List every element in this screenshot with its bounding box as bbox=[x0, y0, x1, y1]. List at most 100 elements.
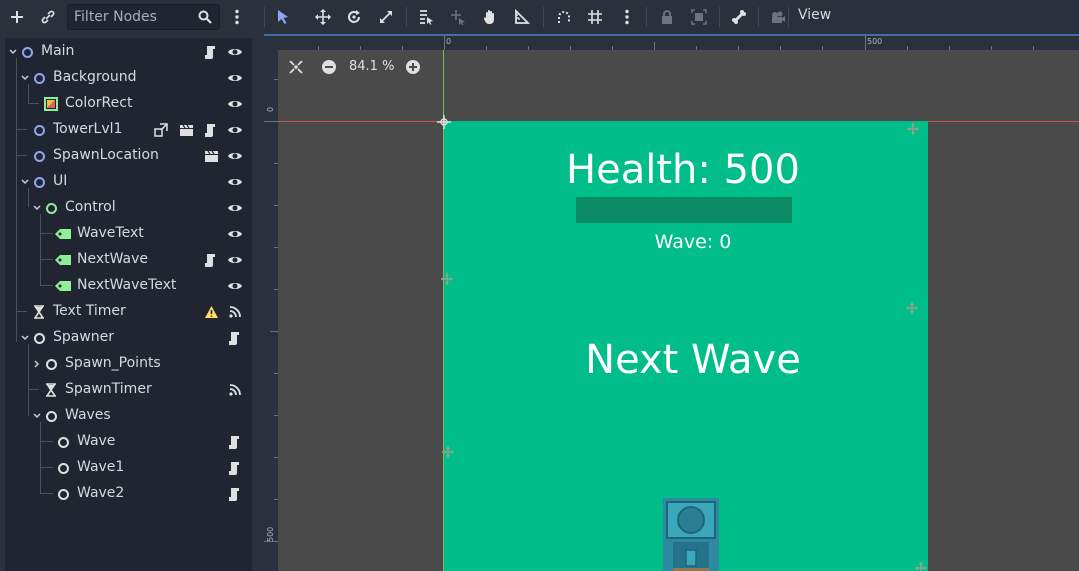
signal-icon[interactable] bbox=[227, 304, 243, 320]
canvas-viewport[interactable]: 0 500 0 500 84.1 % Health: 500 Wave: 0 N… bbox=[264, 34, 1079, 571]
list-select-icon[interactable] bbox=[415, 6, 437, 28]
visibility-eye-icon[interactable] bbox=[227, 148, 243, 164]
script-icon[interactable] bbox=[227, 330, 243, 346]
visibility-eye-icon[interactable] bbox=[227, 122, 243, 138]
ruler-icon[interactable] bbox=[511, 6, 533, 28]
tree-item-spawner[interactable]: Spawner bbox=[5, 325, 252, 351]
visibility-eye-icon[interactable] bbox=[227, 226, 243, 242]
ruler-label: 500 bbox=[867, 37, 883, 46]
tree-item-label: UI bbox=[53, 173, 68, 189]
ruler-label: 500 bbox=[266, 526, 275, 542]
control-circle-icon bbox=[44, 201, 58, 215]
chevron-down-icon[interactable] bbox=[7, 39, 19, 65]
zoom-in-button[interactable] bbox=[405, 59, 421, 79]
anchor-marker-icon[interactable] bbox=[914, 561, 928, 571]
node-circle-icon bbox=[56, 461, 70, 475]
camera-icon[interactable] bbox=[767, 6, 789, 28]
tree-item-wavetext[interactable]: WaveText bbox=[5, 221, 252, 247]
tree-item-control[interactable]: Control bbox=[5, 195, 252, 221]
tree-item-main[interactable]: Main bbox=[5, 39, 252, 65]
zoom-reset-button[interactable]: 84.1 % bbox=[349, 59, 394, 74]
zoom-out-button[interactable] bbox=[321, 59, 337, 79]
lock-icon[interactable] bbox=[656, 6, 678, 28]
node2d-circle-icon bbox=[32, 175, 46, 189]
node-circle-icon bbox=[44, 357, 58, 371]
tree-item-spawntimer[interactable]: SpawnTimer bbox=[5, 377, 252, 403]
scene-toolbar bbox=[0, 0, 258, 34]
tree-item-wave2[interactable]: Wave2 bbox=[5, 481, 252, 507]
bone-icon[interactable] bbox=[728, 6, 750, 28]
label-tag-icon bbox=[55, 227, 71, 241]
chevron-down-icon[interactable] bbox=[31, 403, 43, 429]
tree-item-colorrect[interactable]: ColorRect bbox=[5, 91, 252, 117]
warning-icon[interactable] bbox=[203, 304, 219, 320]
node2d-circle-icon bbox=[32, 149, 46, 163]
game-canvas-colorrect[interactable]: Health: 500 Wave: 0 Next Wave bbox=[444, 121, 928, 571]
move-icon[interactable] bbox=[312, 6, 334, 28]
signal-icon[interactable] bbox=[227, 382, 243, 398]
anchor-marker-icon[interactable] bbox=[440, 272, 454, 286]
link-icon[interactable] bbox=[37, 6, 59, 28]
script-icon[interactable] bbox=[227, 486, 243, 502]
tree-item-wave[interactable]: Wave bbox=[5, 429, 252, 455]
anchor-marker-icon[interactable] bbox=[905, 301, 919, 315]
plus-icon[interactable] bbox=[6, 6, 28, 28]
tree-item-spawnlocation[interactable]: SpawnLocation bbox=[5, 143, 252, 169]
tree-item-spawn-points[interactable]: Spawn_Points bbox=[5, 351, 252, 377]
group-icon[interactable] bbox=[688, 6, 710, 28]
script-icon[interactable] bbox=[227, 460, 243, 476]
pivot-icon[interactable] bbox=[447, 6, 469, 28]
chevron-down-icon[interactable] bbox=[19, 169, 31, 195]
rotate-icon[interactable] bbox=[343, 6, 365, 28]
tree-item-nextwave[interactable]: NextWave bbox=[5, 247, 252, 273]
visibility-eye-icon[interactable] bbox=[227, 174, 243, 190]
health-label[interactable]: Health: 500 bbox=[444, 147, 922, 193]
tree-item-nextwavetext[interactable]: NextWaveText bbox=[5, 273, 252, 299]
script-icon[interactable] bbox=[227, 434, 243, 450]
tree-item-wave1[interactable]: Wave1 bbox=[5, 455, 252, 481]
smart-snap-icon[interactable] bbox=[553, 6, 575, 28]
wave-label[interactable]: Wave: bbox=[655, 231, 714, 253]
script-icon[interactable] bbox=[203, 252, 219, 268]
tree-item-background[interactable]: Background bbox=[5, 65, 252, 91]
vertical-dots-icon[interactable] bbox=[226, 6, 248, 28]
anchor-marker-icon[interactable] bbox=[441, 445, 455, 459]
script-icon[interactable] bbox=[203, 44, 219, 60]
vertical-dots-icon[interactable] bbox=[616, 6, 638, 28]
chevron-down-icon[interactable] bbox=[31, 195, 43, 221]
scale-icon[interactable] bbox=[375, 6, 397, 28]
visibility-eye-icon[interactable] bbox=[227, 70, 243, 86]
tree-item-towerlvl1[interactable]: TowerLvl1 bbox=[5, 117, 252, 143]
anchor-marker-icon[interactable] bbox=[906, 122, 920, 136]
view-menu-button[interactable]: View bbox=[798, 7, 831, 23]
node-circle-icon bbox=[56, 435, 70, 449]
visibility-eye-icon[interactable] bbox=[227, 252, 243, 268]
clapperboard-icon[interactable] bbox=[203, 148, 219, 164]
visibility-eye-icon[interactable] bbox=[227, 44, 243, 60]
tree-item-label: Wave2 bbox=[77, 485, 125, 501]
script-icon[interactable] bbox=[203, 122, 219, 138]
search-icon bbox=[194, 6, 216, 28]
tree-item-text-timer[interactable]: Text Timer bbox=[5, 299, 252, 325]
select-arrow-icon[interactable] bbox=[272, 6, 294, 28]
health-progress-bar[interactable] bbox=[576, 197, 792, 223]
tower-sprite[interactable] bbox=[663, 498, 719, 571]
chevron-down-icon[interactable] bbox=[19, 325, 31, 351]
tree-item-label: Main bbox=[41, 43, 75, 59]
tree-item-waves[interactable]: Waves bbox=[5, 403, 252, 429]
chevron-right-icon[interactable] bbox=[31, 351, 43, 377]
visibility-eye-icon[interactable] bbox=[227, 96, 243, 112]
clapperboard-icon[interactable] bbox=[178, 122, 194, 138]
visibility-eye-icon[interactable] bbox=[227, 200, 243, 216]
tree-item-label: Control bbox=[65, 199, 116, 215]
chevron-down-icon[interactable] bbox=[19, 65, 31, 91]
tree-item-ui[interactable]: UI bbox=[5, 169, 252, 195]
instance-link-icon[interactable] bbox=[153, 122, 169, 138]
wave-value[interactable]: 0 bbox=[719, 231, 731, 253]
next-wave-label[interactable]: Next Wave bbox=[444, 337, 942, 383]
pan-hand-icon[interactable] bbox=[479, 6, 501, 28]
origin-pivot-icon[interactable] bbox=[437, 115, 451, 129]
center-view-icon[interactable] bbox=[288, 59, 304, 79]
grid-snap-icon[interactable] bbox=[584, 6, 606, 28]
visibility-eye-icon[interactable] bbox=[227, 278, 243, 294]
